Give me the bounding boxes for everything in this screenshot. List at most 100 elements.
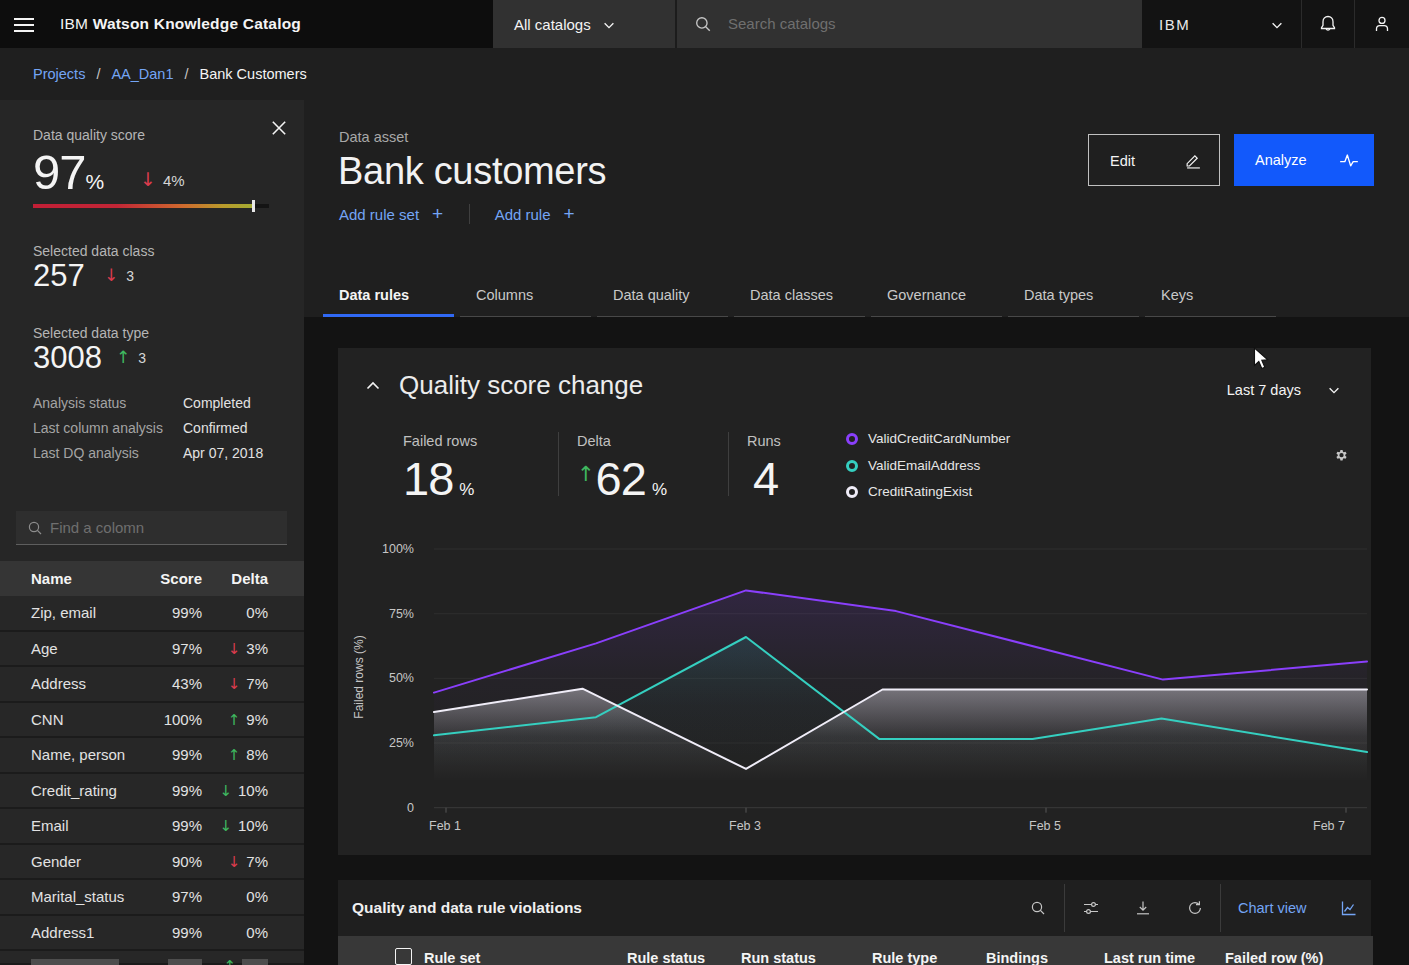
y-tick-label: 0 xyxy=(362,801,414,815)
hamburger-menu-icon[interactable] xyxy=(14,14,34,34)
quality-score-gradient-bar xyxy=(33,204,269,208)
data-class-label: Selected data class xyxy=(33,243,154,259)
column-delta: ↓3% xyxy=(228,640,268,658)
asset-type-label: Data asset xyxy=(339,129,408,145)
y-tick-label: 75% xyxy=(362,607,414,621)
notifications-bell-icon[interactable] xyxy=(1318,14,1338,34)
global-search[interactable]: Search catalogs xyxy=(675,0,1142,48)
violations-column-header[interactable]: Rule set xyxy=(424,950,480,965)
column-score: 43% xyxy=(172,675,202,692)
arrow-up-icon: ↑ xyxy=(116,347,130,367)
data-class-stat: 257 ↓3 xyxy=(33,258,85,294)
column-name: Credit_rating xyxy=(31,782,117,799)
tab-keys[interactable]: Keys xyxy=(1145,284,1276,317)
breadcrumb-current: Bank Customers xyxy=(200,66,307,82)
actions-divider xyxy=(469,204,470,224)
filter-settings-adjust-icon[interactable] xyxy=(1083,900,1099,916)
chart-line-icon[interactable] xyxy=(1341,900,1357,916)
tab-data-rules[interactable]: Data rules xyxy=(323,284,454,317)
meta-row: Analysis status Completed xyxy=(33,395,273,420)
app-title: IBM Watson Knowledge Catalog xyxy=(60,0,301,48)
violations-column-header[interactable]: Last run time xyxy=(1104,950,1195,965)
tab-columns[interactable]: Columns xyxy=(460,284,591,317)
column-header-score[interactable]: Score xyxy=(160,570,202,587)
analyze-button[interactable]: Analyze xyxy=(1234,134,1374,186)
meta-value: Completed xyxy=(183,395,251,411)
breadcrumb-link-project[interactable]: AA_Dan1 xyxy=(111,66,173,82)
chart-view-toggle[interactable]: Chart view xyxy=(1238,900,1307,916)
download-icon[interactable] xyxy=(1135,900,1151,916)
arrow-down-icon: ↓ xyxy=(104,265,118,285)
column-header-name[interactable]: Name xyxy=(31,570,72,587)
column-name: Marital_status xyxy=(31,888,124,905)
column-row[interactable]: Address43%↓7% xyxy=(0,667,304,703)
page-title: Bank customers xyxy=(338,150,606,193)
add-rule-link[interactable]: Add rule+ xyxy=(495,206,575,223)
y-tick-label: 50% xyxy=(362,671,414,685)
column-header-delta[interactable]: Delta xyxy=(231,570,268,587)
search-icon[interactable] xyxy=(1030,900,1046,916)
tab-data-types[interactable]: Data types xyxy=(1008,284,1139,317)
tab-governance[interactable]: Governance xyxy=(871,284,1002,317)
chevron-down-icon xyxy=(602,18,616,32)
column-row[interactable]: CNN100%↑9% xyxy=(0,703,304,739)
violations-table-header: Rule set Rule status Run status Rule type Bi… xyxy=(338,936,1373,965)
column-row[interactable]: Marital_status 97% 0% xyxy=(0,880,304,916)
column-delta: ↓10% xyxy=(219,782,268,800)
column-row[interactable]: Email99%↓10% xyxy=(0,809,304,845)
x-tick-label: Feb 1 xyxy=(429,819,461,833)
edit-button[interactable]: Edit xyxy=(1088,134,1220,186)
column-delta: ↑9% xyxy=(228,711,268,729)
column-row[interactable]: Credit_rating99%↓10% xyxy=(0,774,304,810)
chevron-down-icon[interactable] xyxy=(1270,18,1284,32)
breadcrumb-separator: / xyxy=(96,66,100,82)
column-delta: ↑8% xyxy=(228,746,268,764)
x-tick-label: Feb 3 xyxy=(729,819,761,833)
violations-column-header[interactable]: Run status xyxy=(741,950,816,965)
toolbar-divider xyxy=(1064,884,1065,932)
tab-data-classes[interactable]: Data classes xyxy=(734,284,865,317)
column-score: 97% xyxy=(172,888,202,905)
toolbar-divider xyxy=(1220,884,1221,932)
breadcrumb-separator: / xyxy=(185,66,189,82)
plus-icon: + xyxy=(432,203,443,224)
search-placeholder: Search catalogs xyxy=(728,15,836,32)
add-rule-set-link[interactable]: Add rule set+ xyxy=(339,206,443,223)
account-menu-label[interactable]: IBM xyxy=(1159,16,1190,33)
quality-score-delta: ↓4% xyxy=(140,168,185,190)
breadcrumb-link-projects[interactable]: Projects xyxy=(33,66,85,82)
column-score: 100% xyxy=(164,711,202,728)
select-all-checkbox[interactable] xyxy=(395,948,412,965)
violations-column-header[interactable]: Rule status xyxy=(627,950,705,965)
reset-refresh-icon[interactable] xyxy=(1187,900,1203,916)
tab-data-quality[interactable]: Data quality xyxy=(597,284,728,317)
arrow-up-icon: ↑ xyxy=(228,746,241,764)
meta-row: Last column analysisConfirmed xyxy=(33,420,273,445)
column-row[interactable]: Zip, email99%0% xyxy=(0,596,304,632)
find-column-search[interactable]: Find a colomn xyxy=(16,511,287,545)
column-delta: 0% xyxy=(246,924,268,941)
violations-column-header[interactable]: Failed row (%) xyxy=(1225,950,1323,965)
column-delta: ↓7% xyxy=(228,853,268,871)
violations-column-header[interactable]: Bindings xyxy=(986,950,1048,965)
top-navigation-bar: IBM Watson Knowledge Catalog All catalog… xyxy=(0,0,1409,48)
column-row[interactable]: Gender90%↓7% xyxy=(0,845,304,881)
close-icon[interactable] xyxy=(270,119,288,137)
quality-score-value: 97% xyxy=(33,144,104,200)
column-score: 90% xyxy=(172,853,202,870)
violations-column-header[interactable]: Rule type xyxy=(872,950,937,965)
column-row[interactable]: Address199%0% xyxy=(0,916,304,952)
column-row[interactable]: Age97%↓3% xyxy=(0,632,304,668)
score-marker-tick xyxy=(252,200,255,212)
user-avatar-icon[interactable] xyxy=(1372,14,1392,34)
catalogs-dropdown[interactable]: All catalogs xyxy=(493,0,675,48)
asset-header: Data asset Bank customers Add rule set+ … xyxy=(304,100,1409,317)
violations-toolbar: Quality and data rule violations Chart v… xyxy=(338,880,1371,936)
column-row[interactable]: Name, person99%↑8% xyxy=(0,738,304,774)
column-row-partial[interactable]: ↑ xyxy=(0,951,304,965)
column-delta: ↓10% xyxy=(219,817,268,835)
column-delta: 0% xyxy=(246,888,268,905)
quality-score-change-card: Quality score change Last 7 days Failed … xyxy=(338,348,1371,855)
meta-label: Analysis status xyxy=(33,395,126,411)
asset-actions: Add rule set+ Add rule+ xyxy=(339,203,575,227)
